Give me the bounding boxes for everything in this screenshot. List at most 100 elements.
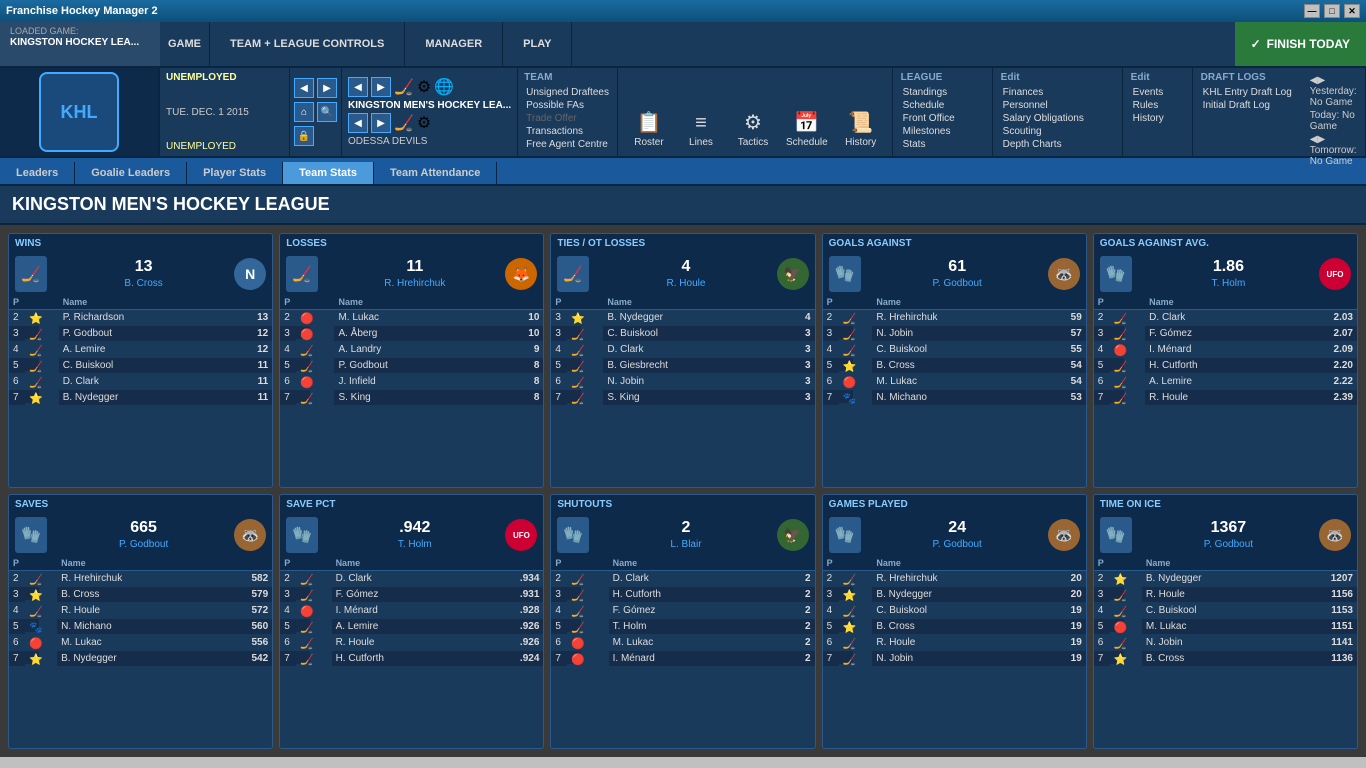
- free-agent-centre[interactable]: Free Agent Centre: [524, 138, 611, 151]
- player-name[interactable]: R. Houle: [1145, 390, 1287, 406]
- player-name[interactable]: F. Gómez: [609, 603, 775, 619]
- player-name[interactable]: B. Nydegger: [603, 310, 779, 326]
- player-name[interactable]: C. Buiskool: [59, 358, 226, 374]
- player-name[interactable]: B. Nydegger: [1142, 571, 1288, 587]
- manager-nav[interactable]: MANAGER: [405, 22, 503, 66]
- player-name[interactable]: D. Clark: [59, 374, 226, 390]
- player-name[interactable]: H. Cutforth: [1145, 358, 1287, 374]
- unsigned-draftees[interactable]: Unsigned Draftees: [524, 86, 611, 99]
- player-name[interactable]: B. Cross: [1142, 651, 1288, 667]
- leader-name[interactable]: P. Godbout: [117, 537, 170, 552]
- player-name[interactable]: B. Nydegger: [872, 587, 1039, 603]
- tab-team-stats[interactable]: Team Stats: [283, 162, 374, 184]
- scouting[interactable]: Scouting: [1001, 125, 1114, 138]
- team-prev[interactable]: ◀: [348, 77, 368, 97]
- player-name[interactable]: C. Buiskool: [872, 603, 1039, 619]
- depth-charts[interactable]: Depth Charts: [1001, 138, 1114, 151]
- home-icon[interactable]: ⌂: [294, 102, 314, 122]
- tab-player-stats[interactable]: Player Stats: [187, 162, 283, 184]
- schedule-league[interactable]: Schedule: [901, 99, 984, 112]
- player-name[interactable]: F. Gómez: [332, 587, 474, 603]
- player-name[interactable]: F. Gómez: [1145, 326, 1287, 342]
- rules[interactable]: Rules: [1131, 99, 1184, 112]
- player-name[interactable]: H. Cutforth: [609, 587, 775, 603]
- player-name[interactable]: S. King: [603, 390, 779, 406]
- leader-name[interactable]: R. Houle: [665, 276, 708, 291]
- lines-button[interactable]: ≡ Lines: [676, 108, 726, 152]
- player-name[interactable]: J. Infield: [334, 374, 491, 390]
- close-button[interactable]: ✕: [1344, 4, 1360, 18]
- schedule-button[interactable]: 📅 Schedule: [780, 106, 834, 152]
- search-icon[interactable]: 🔍: [317, 102, 337, 122]
- player-name[interactable]: A. Åberg: [334, 326, 491, 342]
- tab-team-attendance[interactable]: Team Attendance: [374, 162, 497, 184]
- player-name[interactable]: R. Houle: [57, 603, 215, 619]
- player-name[interactable]: R. Hrehirchuk: [57, 571, 215, 587]
- tab-goalie-leaders[interactable]: Goalie Leaders: [75, 162, 187, 184]
- player-name[interactable]: A. Lemire: [332, 619, 474, 635]
- player-name[interactable]: T. Holm: [609, 619, 775, 635]
- next-arrow[interactable]: ▶: [317, 78, 337, 98]
- leader-name[interactable]: R. Hrehirchuk: [382, 276, 447, 291]
- events[interactable]: Events: [1131, 86, 1184, 99]
- front-office[interactable]: Front Office: [901, 112, 984, 125]
- player-name[interactable]: B. Cross: [872, 619, 1039, 635]
- player-name[interactable]: M. Lukac: [1142, 619, 1288, 635]
- leader-name[interactable]: B. Cross: [122, 276, 164, 291]
- tactics-button[interactable]: ⚙ Tactics: [728, 106, 778, 152]
- possible-fas[interactable]: Possible FAs: [524, 99, 611, 112]
- salary-obligations[interactable]: Salary Obligations: [1001, 112, 1114, 125]
- leader-name[interactable]: L. Blair: [668, 537, 703, 552]
- player-name[interactable]: C. Buiskool: [872, 342, 1039, 358]
- lock-icon[interactable]: 🔒: [294, 126, 314, 146]
- play-nav[interactable]: PLAY: [503, 22, 572, 66]
- transactions[interactable]: Transactions: [524, 125, 611, 138]
- player-name[interactable]: I. Ménard: [332, 603, 474, 619]
- player-name[interactable]: M. Lukac: [57, 635, 215, 651]
- stats[interactable]: Stats: [901, 138, 984, 151]
- player-name[interactable]: C. Buiskool: [603, 326, 779, 342]
- leader-name[interactable]: T. Holm: [396, 537, 434, 552]
- leader-name[interactable]: P. Godbout: [931, 537, 984, 552]
- team2-next[interactable]: ▶: [371, 113, 391, 133]
- player-name[interactable]: C. Buiskool: [1142, 603, 1288, 619]
- player-name[interactable]: I. Ménard: [609, 651, 775, 667]
- team2-prev[interactable]: ◀: [348, 113, 368, 133]
- player-name[interactable]: B. Giesbrecht: [603, 358, 779, 374]
- maximize-button[interactable]: □: [1324, 4, 1340, 18]
- player-name[interactable]: M. Lukac: [872, 374, 1039, 390]
- player-name[interactable]: R. Houle: [872, 635, 1039, 651]
- player-name[interactable]: B. Cross: [57, 587, 215, 603]
- player-name[interactable]: A. Lemire: [1145, 374, 1287, 390]
- player-name[interactable]: R. Houle: [332, 635, 474, 651]
- player-name[interactable]: N. Jobin: [603, 374, 779, 390]
- player-name[interactable]: A. Lemire: [59, 342, 226, 358]
- player-name[interactable]: S. King: [334, 390, 491, 406]
- leader-name[interactable]: P. Godbout: [1202, 537, 1255, 552]
- player-name[interactable]: P. Godbout: [59, 326, 226, 342]
- player-name[interactable]: D. Clark: [1145, 310, 1287, 326]
- khl-draft-log[interactable]: KHL Entry Draft Log: [1201, 86, 1294, 99]
- player-name[interactable]: P. Godbout: [334, 358, 491, 374]
- player-name[interactable]: B. Nydegger: [57, 651, 215, 667]
- player-name[interactable]: R. Houle: [1142, 587, 1288, 603]
- player-name[interactable]: N. Jobin: [872, 651, 1039, 667]
- initial-draft-log[interactable]: Initial Draft Log: [1201, 99, 1294, 112]
- finances[interactable]: Finances: [1001, 86, 1114, 99]
- player-name[interactable]: M. Lukac: [334, 310, 491, 326]
- prev-arrow[interactable]: ◀: [294, 78, 314, 98]
- player-name[interactable]: B. Cross: [872, 358, 1039, 374]
- standings[interactable]: Standings: [901, 86, 984, 99]
- player-name[interactable]: D. Clark: [332, 571, 474, 587]
- player-name[interactable]: H. Cutforth: [332, 651, 474, 667]
- leader-name[interactable]: P. Godbout: [931, 276, 984, 291]
- roster-button[interactable]: 📋 Roster: [624, 106, 674, 152]
- game-nav[interactable]: GAME: [160, 22, 210, 66]
- player-name[interactable]: N. Michano: [872, 390, 1039, 406]
- minimize-button[interactable]: —: [1304, 4, 1320, 18]
- player-name[interactable]: N. Michano: [57, 619, 215, 635]
- personnel[interactable]: Personnel: [1001, 99, 1114, 112]
- team-next[interactable]: ▶: [371, 77, 391, 97]
- player-name[interactable]: A. Landry: [334, 342, 491, 358]
- player-name[interactable]: R. Hrehirchuk: [872, 310, 1039, 326]
